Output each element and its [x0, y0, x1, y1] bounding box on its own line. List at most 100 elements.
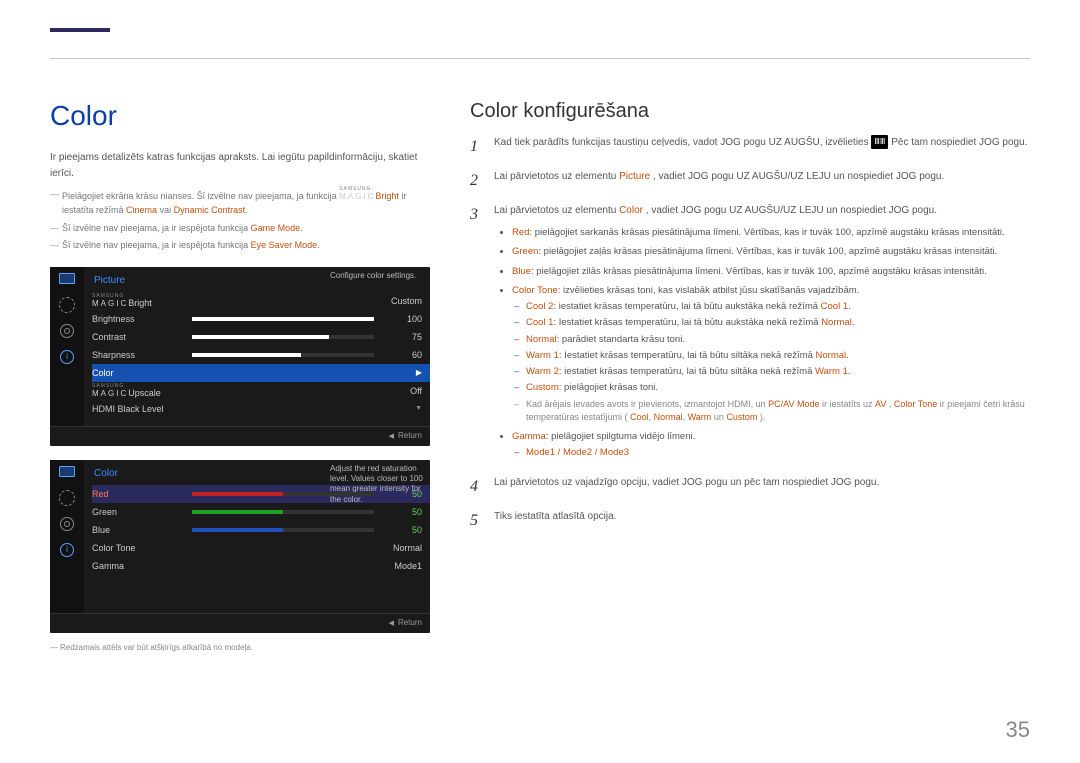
- s3-pre: Lai pārvietotos uz elementu: [494, 205, 619, 216]
- magicbright-val: Custom: [382, 296, 422, 306]
- s3-post: , vadiet JOG pogu UZ AUGŠU/UZ LEJU un no…: [646, 205, 937, 216]
- hdmi-n: Normal: [654, 412, 683, 422]
- brightness-label: Brightness: [92, 314, 192, 324]
- upscale-val: Off: [382, 386, 422, 396]
- osd1-row-sharpness: Sharpness 60: [92, 346, 430, 364]
- step-number: 3: [470, 203, 482, 465]
- header-divider: [50, 58, 1030, 59]
- osd-sidebar: i: [50, 460, 84, 613]
- ct-txt: : izvēlieties krāsas toni, kas vislabāk …: [558, 285, 860, 296]
- color-label: Color: [92, 368, 192, 378]
- cool1-end: Normal: [821, 317, 852, 328]
- sub-cool2: Cool 2: iestatiet krāsas temperatūru, la…: [526, 300, 1030, 314]
- s1-pre: Kad tiek parādīts funkcijas taustiņu ceļ…: [494, 137, 871, 148]
- sub-modes: Mode1 / Mode2 / Mode3: [526, 446, 1030, 460]
- cool2-txt: : iestatiet krāsas temperatūru, lai tā b…: [553, 301, 820, 312]
- chevron-right-icon: ▶: [416, 368, 422, 377]
- magic-prefix: SAMSUNGMAGIC: [92, 294, 128, 308]
- step-number: 5: [470, 509, 482, 533]
- osd1-row-upscale: SAMSUNGMAGICUpscale Off: [92, 382, 430, 400]
- header-accent-bar: [50, 28, 110, 32]
- s3-hl: Color: [619, 205, 643, 216]
- s2-hl: Picture: [619, 171, 650, 182]
- bullet-red: Red: pielāgojiet sarkanās krāsas piesāti…: [512, 226, 1030, 240]
- right-column: Color konfigurēšana 1 Kad tiek parādīts …: [470, 100, 1030, 652]
- custom-txt: : pielāgojiet krāsas toni.: [559, 382, 658, 393]
- osd2-row-green: Green 50: [92, 503, 430, 521]
- cool1-hl: Cool 1: [526, 317, 553, 328]
- custom-hl: Custom: [526, 382, 559, 393]
- sub-custom: Custom: pielāgojiet krāsas toni.: [526, 381, 1030, 395]
- hdmi-c: Cool: [630, 412, 649, 422]
- blue-label: Blue: [92, 525, 192, 535]
- osd2-row-gamma: Gamma Mode1: [92, 557, 430, 575]
- cool1-txt: : Iestatiet krāsas temperatūru, lai tā b…: [553, 317, 821, 328]
- note1-mid: vai: [160, 205, 174, 215]
- step-5: 5 Tiks iestatīta atlasītā opcija.: [470, 509, 1030, 533]
- note2-hl: Game Mode: [251, 223, 301, 233]
- tuner-icon: [59, 299, 75, 311]
- s1-post: Pēc tam nospiediet JOG pogu.: [891, 137, 1027, 148]
- hdmi-cu: Custom: [726, 412, 757, 422]
- chevron-down-icon: ▼: [415, 405, 422, 412]
- osd2-footer: ◀Return: [50, 613, 430, 633]
- note2-pre: Šī izvēlne nav pieejama, ja ir iespējota…: [62, 223, 251, 233]
- cool2-hl: Cool 2: [526, 301, 553, 312]
- colortone-val: Normal: [382, 543, 422, 553]
- green-label: Green: [92, 507, 192, 517]
- brightness-val: 100: [382, 314, 422, 324]
- gear-icon: [59, 518, 75, 530]
- step-4: 4 Lai pārvietotos uz vajadzīgo opciju, v…: [470, 475, 1030, 499]
- hdmi-hl1: PC/AV Mode: [768, 399, 819, 409]
- note1-hl1: Cinema: [126, 205, 157, 215]
- sub-warm1: Warm 1: Iestatiet krāsas temperatūru, la…: [526, 349, 1030, 363]
- hdmi-label: HDMI Black Level: [92, 404, 415, 414]
- osd1-row-brightness: Brightness 100: [92, 310, 430, 328]
- magic-prefix: SAMSUNGMAGIC: [92, 384, 128, 398]
- hdmi-un: un: [714, 412, 727, 422]
- monitor-icon: [59, 273, 75, 285]
- blue-txt: : pielāgojiet zilās krāsas piesātinājuma…: [531, 266, 987, 277]
- sub-cool1: Cool 1: Iestatiet krāsas temperatūru, la…: [526, 316, 1030, 330]
- colortone-label: Color Tone: [92, 543, 192, 553]
- magicbright-label: Bright: [128, 298, 152, 308]
- image-disclaimer: Redzamais attēls var būt atšķirīgs atkar…: [60, 643, 430, 652]
- normal-txt: : parādiet standarta krāsu toni.: [557, 334, 685, 345]
- contrast-val: 75: [382, 332, 422, 342]
- gamma-val: Mode1: [382, 561, 422, 571]
- bullet-colortone: Color Tone: izvēlieties krāsas toni, kas…: [512, 284, 1030, 425]
- back-icon: ◀: [389, 433, 394, 440]
- monitor-icon: [59, 466, 75, 478]
- step-number: 2: [470, 169, 482, 193]
- hdmi-end: ).: [760, 412, 766, 422]
- info-icon: i: [59, 544, 75, 556]
- note-3: Šī izvēlne nav pieejama, ja ir iespējota…: [62, 238, 430, 252]
- hdmi-mid1: ir iestatīts uz: [822, 399, 875, 409]
- note-1: Pielāgojiet ekrāna krāsu nianses. Šī izv…: [62, 187, 430, 218]
- hdmi-hl2: AV: [875, 399, 886, 409]
- osd2-desc: Adjust the red saturation level. Values …: [330, 464, 424, 506]
- gamma-hl: Gamma: [512, 431, 546, 442]
- step-3: 3 Lai pārvietotos uz elementu Color , va…: [470, 203, 1030, 465]
- osd2-row-colortone: Color Tone Normal: [92, 539, 430, 557]
- ct-hl: Color Tone: [512, 285, 558, 296]
- bullet-green: Green: pielāgojiet zaļās krāsas piesātin…: [512, 245, 1030, 259]
- warm2-txt: : iestatiet krāsas temperatūru, lai tā b…: [559, 366, 815, 377]
- magic-bright-label: SAMSUNGMAGIC: [339, 187, 375, 201]
- warm1-txt: : Iestatiet krāsas temperatūru, lai tā b…: [559, 350, 816, 361]
- osd1-row-color: Color ▶: [92, 364, 430, 382]
- sharpness-val: 60: [382, 350, 422, 360]
- note3-pre: Šī izvēlne nav pieejama, ja ir iespējota…: [62, 240, 251, 250]
- step-2: 2 Lai pārvietotos uz elementu Picture , …: [470, 169, 1030, 193]
- note1-pre: Pielāgojiet ekrāna krāsu nianses. Šī izv…: [62, 191, 339, 201]
- osd1-row-contrast: Contrast 75: [92, 328, 430, 346]
- left-column: Color Ir pieejams detalizēts katras funk…: [50, 100, 430, 652]
- warm2-hl: Warm 2: [526, 366, 559, 377]
- return-label: Return: [398, 431, 422, 440]
- step-1: 1 Kad tiek parādīts funkcijas taustiņu c…: [470, 135, 1030, 159]
- modes-txt: Mode1 / Mode2 / Mode3: [526, 447, 629, 458]
- osd-picture: i Picture Configure color settings. SAMS…: [50, 267, 430, 446]
- intro-text: Ir pieejams detalizēts katras funkcijas …: [50, 150, 430, 181]
- warm2-end: Warm 1: [815, 366, 848, 377]
- warm1-hl: Warm 1: [526, 350, 559, 361]
